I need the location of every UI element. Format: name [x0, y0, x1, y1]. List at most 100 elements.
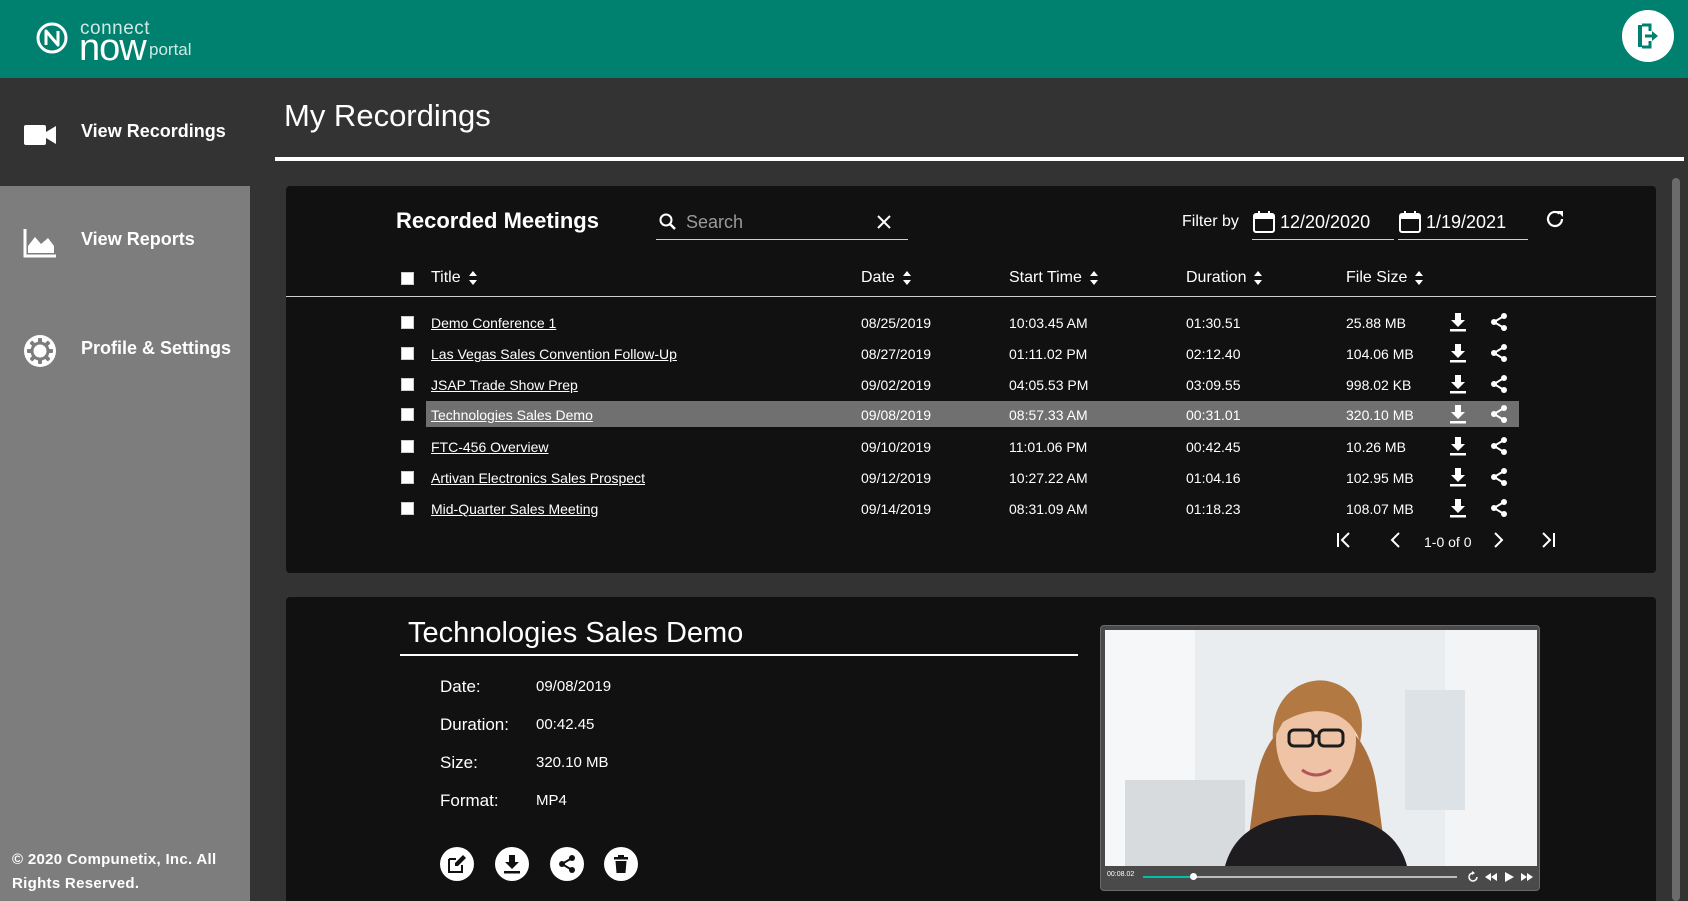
last-page-icon[interactable]	[1538, 530, 1558, 550]
column-header-file-size[interactable]: File Size	[1346, 269, 1424, 287]
recording-date: 09/14/2019	[861, 501, 932, 517]
download-icon[interactable]	[1448, 498, 1468, 518]
date-to-input[interactable]	[1426, 208, 1536, 236]
row-checkbox[interactable]	[401, 378, 414, 391]
edit-button[interactable]	[440, 847, 474, 881]
row-checkbox[interactable]	[401, 347, 414, 360]
download-icon[interactable]	[1448, 343, 1468, 363]
sort-icon	[902, 270, 911, 285]
video-seek-bar[interactable]	[1143, 873, 1457, 880]
recording-title-link[interactable]: Mid-Quarter Sales Meeting	[431, 501, 598, 517]
table-row[interactable]: JSAP Trade Show Prep 09/02/2019 04:05.53…	[286, 370, 1656, 400]
share-icon[interactable]	[1489, 312, 1509, 332]
recordings-panel: Recorded Meetings Filter by	[286, 186, 1656, 573]
video-camera-icon	[24, 125, 56, 145]
delete-button[interactable]	[604, 847, 638, 881]
video-frame[interactable]	[1105, 630, 1537, 866]
title-divider	[275, 157, 1684, 161]
column-header-date[interactable]: Date	[861, 269, 911, 287]
first-page-icon[interactable]	[1334, 530, 1354, 550]
play-icon[interactable]	[1503, 871, 1515, 883]
refresh-icon[interactable]	[1544, 208, 1566, 230]
recording-file-size: 998.02 KB	[1346, 377, 1412, 393]
fast-forward-icon[interactable]	[1521, 871, 1533, 883]
page-scrollbar[interactable]	[1672, 178, 1680, 901]
table-row[interactable]: Demo Conference 1 08/25/2019 10:03.45 AM…	[286, 308, 1656, 338]
download-icon[interactable]	[1448, 312, 1468, 332]
share-icon[interactable]	[1489, 436, 1509, 456]
table-row[interactable]: Artivan Electronics Sales Prospect 09/12…	[286, 463, 1656, 493]
table-row-selected[interactable]: Technologies Sales Demo 09/08/2019 08:57…	[286, 400, 1656, 430]
search-input[interactable]	[686, 208, 866, 236]
share-icon[interactable]	[1489, 467, 1509, 487]
share-icon[interactable]	[1489, 374, 1509, 394]
recording-title-link[interactable]: Technologies Sales Demo	[431, 407, 593, 423]
download-icon[interactable]	[1448, 467, 1468, 487]
rewind-icon[interactable]	[1485, 871, 1497, 883]
recording-duration: 01:30.51	[1186, 315, 1241, 331]
column-header-title[interactable]: Title	[431, 269, 477, 287]
logout-button[interactable]	[1622, 10, 1674, 62]
copyright-text: © 2020 Compunetix, Inc. All Rights Reser…	[12, 851, 217, 892]
recording-title-link[interactable]: Demo Conference 1	[431, 315, 556, 331]
recording-title-link[interactable]: Artivan Electronics Sales Prospect	[431, 470, 645, 486]
share-icon	[559, 855, 575, 873]
logo-mark-icon	[36, 22, 68, 54]
row-checkbox[interactable]	[401, 440, 414, 453]
calendar-icon[interactable]	[1398, 210, 1422, 234]
sort-icon	[1254, 270, 1263, 285]
download-icon[interactable]	[1448, 436, 1468, 456]
column-header-duration[interactable]: Duration	[1186, 269, 1263, 287]
recording-title-link[interactable]: Las Vegas Sales Convention Follow-Up	[431, 346, 677, 362]
sidebar-item-profile-settings[interactable]: Profile & Settings	[0, 295, 250, 403]
recording-duration: 02:12.40	[1186, 346, 1241, 362]
video-seek-handle[interactable]	[1190, 873, 1197, 880]
pagination-range: 1-0 of 0	[1424, 534, 1472, 550]
recording-start-time: 01:11.02 PM	[1009, 346, 1088, 362]
download-icon[interactable]	[1448, 374, 1468, 394]
search-icon	[659, 213, 676, 230]
share-button[interactable]	[550, 847, 584, 881]
sidebar: View Recordings View Reports Profile & S…	[0, 78, 250, 901]
row-checkbox[interactable]	[401, 408, 414, 421]
row-checkbox[interactable]	[401, 316, 414, 329]
video-player[interactable]: 00:08.02	[1100, 625, 1540, 891]
recording-date: 08/25/2019	[861, 315, 932, 331]
share-icon[interactable]	[1489, 343, 1509, 363]
calendar-icon[interactable]	[1252, 210, 1276, 234]
table-row[interactable]: Mid-Quarter Sales Meeting 09/14/2019 08:…	[286, 494, 1656, 524]
download-button[interactable]	[495, 847, 529, 881]
chart-icon	[23, 229, 56, 258]
recording-file-size: 102.95 MB	[1346, 470, 1414, 486]
select-all-checkbox[interactable]	[401, 272, 414, 285]
share-icon[interactable]	[1489, 404, 1509, 424]
detail-title-divider	[400, 654, 1078, 656]
trash-icon	[614, 855, 628, 873]
download-icon[interactable]	[1448, 404, 1468, 424]
share-icon[interactable]	[1489, 498, 1509, 518]
video-progress	[1143, 876, 1193, 878]
recording-start-time: 08:31.09 AM	[1009, 501, 1088, 517]
recording-title-link[interactable]: FTC-456 Overview	[431, 439, 548, 455]
table-row[interactable]: Las Vegas Sales Convention Follow-Up 08/…	[286, 339, 1656, 369]
table-row[interactable]: FTC-456 Overview 09/10/2019 11:01.06 PM …	[286, 432, 1656, 462]
recording-start-time: 04:05.53 PM	[1009, 377, 1089, 393]
sidebar-item-view-reports[interactable]: View Reports	[0, 186, 250, 294]
next-page-icon[interactable]	[1488, 530, 1508, 550]
replay-icon[interactable]	[1467, 871, 1479, 883]
recording-start-time: 08:57.33 AM	[1009, 407, 1088, 423]
recording-date: 09/08/2019	[861, 407, 932, 423]
previous-page-icon[interactable]	[1386, 530, 1406, 550]
close-icon[interactable]	[874, 212, 894, 232]
date-from-input[interactable]	[1280, 208, 1390, 236]
recording-title-link[interactable]: JSAP Trade Show Prep	[431, 377, 578, 393]
row-checkbox[interactable]	[401, 471, 414, 484]
column-header-start-time[interactable]: Start Time	[1009, 269, 1098, 287]
recording-start-time: 10:27.22 AM	[1009, 470, 1088, 486]
row-checkbox[interactable]	[401, 502, 414, 515]
connectnow-logo[interactable]: connect now portal	[36, 18, 236, 67]
sidebar-item-view-recordings[interactable]: View Recordings	[0, 78, 250, 186]
recording-file-size: 25.88 MB	[1346, 315, 1406, 331]
recording-file-size: 104.06 MB	[1346, 346, 1414, 362]
detail-label-format: Format:	[440, 791, 499, 810]
